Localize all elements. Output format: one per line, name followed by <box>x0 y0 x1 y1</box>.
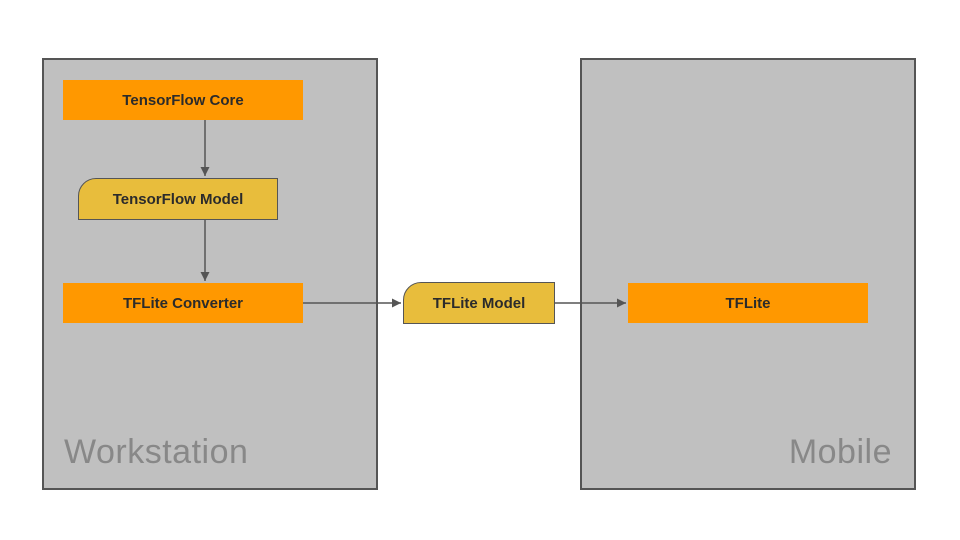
node-tensorflow-core-label: TensorFlow Core <box>122 92 243 109</box>
node-tensorflow-model-label: TensorFlow Model <box>113 191 244 208</box>
diagram-canvas: Workstation Mobile TensorFlow Core Tenso… <box>0 0 960 540</box>
node-tensorflow-model: TensorFlow Model <box>78 178 278 220</box>
panel-mobile: Mobile <box>580 58 916 490</box>
panel-workstation-title: Workstation <box>64 433 248 472</box>
node-tflite-model-label: TFLite Model <box>433 295 526 312</box>
node-tflite-converter-label: TFLite Converter <box>123 295 243 312</box>
panel-workstation: Workstation <box>42 58 378 490</box>
node-tflite-label: TFLite <box>726 295 771 312</box>
node-tflite-converter: TFLite Converter <box>63 283 303 323</box>
node-tensorflow-core: TensorFlow Core <box>63 80 303 120</box>
panel-mobile-title: Mobile <box>789 433 892 472</box>
node-tflite-model: TFLite Model <box>403 282 555 324</box>
node-tflite: TFLite <box>628 283 868 323</box>
